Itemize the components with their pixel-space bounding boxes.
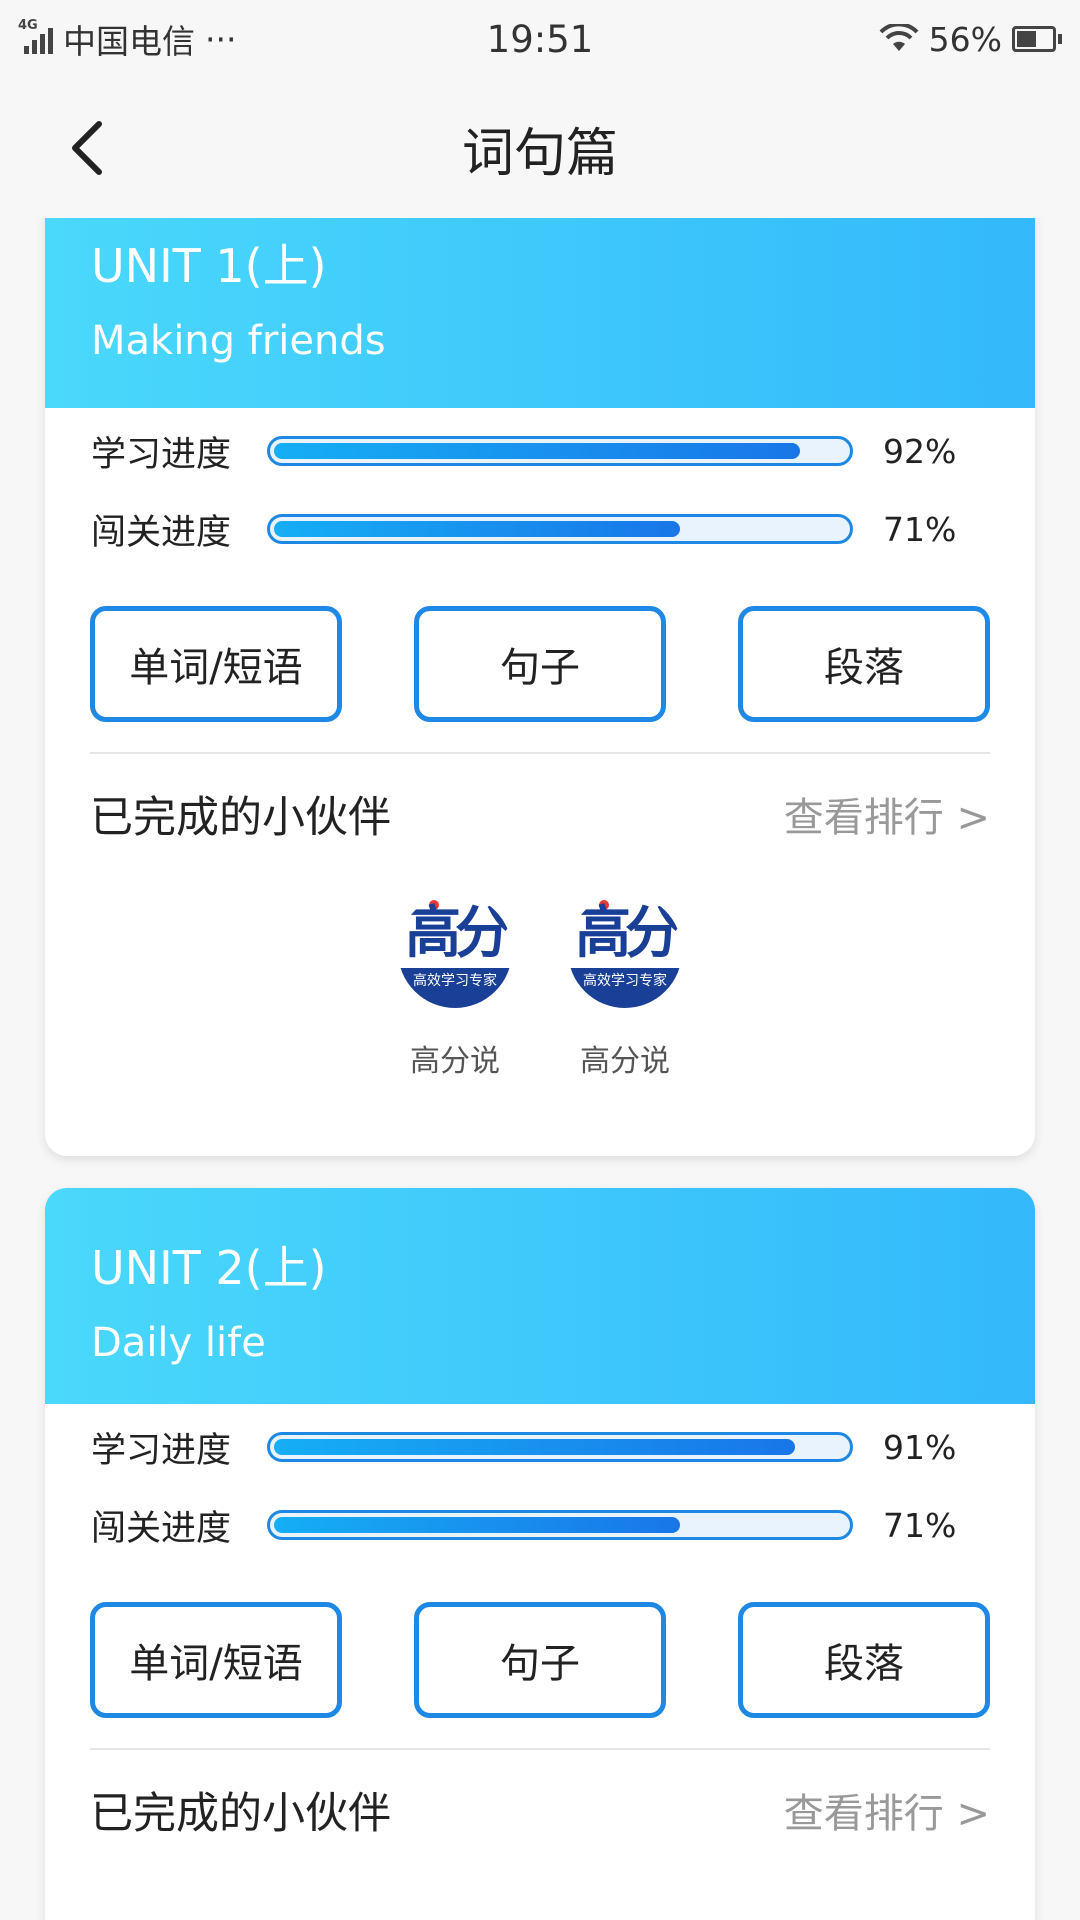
partner-item[interactable]: 高分 高效学习专家 高分说	[565, 894, 685, 1080]
signal-icon: 4G	[18, 18, 53, 54]
partners-title: 已完成的小伙伴	[90, 1789, 391, 1839]
mode-buttons: 单词/短语 句子 段落	[45, 606, 1035, 722]
avatar: 高分 高效学习专家	[398, 894, 512, 1008]
study-progress-label: 学习进度	[91, 1430, 232, 1471]
wifi-icon	[879, 24, 919, 51]
paragraphs-button[interactable]: 段落	[738, 1602, 990, 1718]
unit-card: UNIT 1(上) Making friends 学习进度 92% 闯关进度 7…	[45, 218, 1035, 1156]
pass-progress-label: 闯关进度	[91, 1508, 232, 1549]
pass-progress-bar	[267, 1510, 853, 1540]
study-progress-row: 学习进度 91%	[45, 1408, 1035, 1486]
pass-progress-bar	[267, 514, 853, 544]
partners-header: 已完成的小伙伴 查看排行 >	[45, 754, 1035, 874]
back-button[interactable]	[56, 118, 116, 178]
mode-buttons: 单词/短语 句子 段落	[45, 1602, 1035, 1718]
unit-card: UNIT 2(上) Daily life 学习进度 91% 闯关进度 71% 单…	[45, 1188, 1035, 1920]
status-left: 4G 中国电信 ···	[18, 15, 236, 63]
partner-item[interactable]: 高分 高效学习专家 高分说	[395, 894, 515, 1080]
battery-percent: 56%	[928, 19, 1002, 59]
screen: 4G 中国电信 ··· 19:51 56% 词句篇 UNIT 1(上) Maki…	[0, 0, 1080, 1920]
sentences-button[interactable]: 句子	[414, 606, 666, 722]
pass-progress-value: 71%	[883, 509, 957, 549]
avatar-logo-band: 高效学习专家	[568, 968, 682, 1008]
partner-name: 高分说	[410, 1044, 500, 1079]
study-progress-row: 学习进度 92%	[45, 412, 1035, 490]
study-progress-fill	[274, 1439, 795, 1455]
pass-progress-label: 闯关进度	[91, 512, 232, 553]
page-title: 词句篇	[461, 123, 618, 184]
unit-subtitle: Daily life	[91, 1320, 266, 1366]
carrier-name: 中国电信	[63, 22, 195, 61]
chevron-left-icon	[72, 121, 102, 175]
unit-title: UNIT 2(上)	[91, 1241, 327, 1295]
pass-progress-row: 闯关进度 71%	[45, 1486, 1035, 1564]
battery-icon	[1012, 26, 1062, 52]
study-progress-bar	[267, 436, 853, 466]
paragraphs-button[interactable]: 段落	[738, 606, 990, 722]
study-progress-value: 91%	[883, 1427, 957, 1467]
unit-header[interactable]: UNIT 1(上) Making friends	[45, 218, 1035, 408]
sentences-button[interactable]: 句子	[414, 1602, 666, 1718]
unit-list[interactable]: UNIT 1(上) Making friends 学习进度 92% 闯关进度 7…	[0, 218, 1080, 1920]
partner-list: 高分 高效学习专家 高分说 高分 高效学习专家 高分说	[45, 874, 1035, 1080]
study-progress-label: 学习进度	[91, 434, 232, 475]
partners-title: 已完成的小伙伴	[90, 793, 391, 843]
more-dots: ···	[205, 19, 237, 59]
study-progress-value: 92%	[883, 431, 957, 471]
pass-progress-value: 71%	[883, 1505, 957, 1545]
network-type: 4G	[18, 18, 38, 33]
avatar-logo-text: 高分	[575, 901, 681, 966]
view-ranking-link[interactable]: 查看排行 >	[784, 1781, 990, 1839]
view-ranking-link[interactable]: 查看排行 >	[784, 785, 990, 843]
pass-progress-row: 闯关进度 71%	[45, 490, 1035, 568]
status-bar: 4G 中国电信 ··· 19:51 56%	[0, 0, 1080, 78]
partners-header: 已完成的小伙伴 查看排行 >	[45, 1750, 1035, 1870]
study-progress-bar	[267, 1432, 853, 1462]
avatar-logo-text: 高分	[405, 901, 511, 966]
avatar-logo-band: 高效学习专家	[398, 968, 512, 1008]
nav-bar: 词句篇	[0, 78, 1080, 218]
unit-header[interactable]: UNIT 2(上) Daily life	[45, 1188, 1035, 1404]
words-phrases-button[interactable]: 单词/短语	[90, 606, 342, 722]
status-right: 56%	[879, 20, 1062, 59]
words-phrases-button[interactable]: 单词/短语	[90, 1602, 342, 1718]
partner-name: 高分说	[580, 1044, 670, 1079]
study-progress-fill	[274, 443, 801, 459]
pass-progress-fill	[274, 521, 681, 537]
unit-title: UNIT 1(上)	[91, 239, 327, 293]
unit-subtitle: Making friends	[91, 318, 386, 364]
avatar: 高分 高效学习专家	[568, 894, 682, 1008]
pass-progress-fill	[274, 1517, 681, 1533]
